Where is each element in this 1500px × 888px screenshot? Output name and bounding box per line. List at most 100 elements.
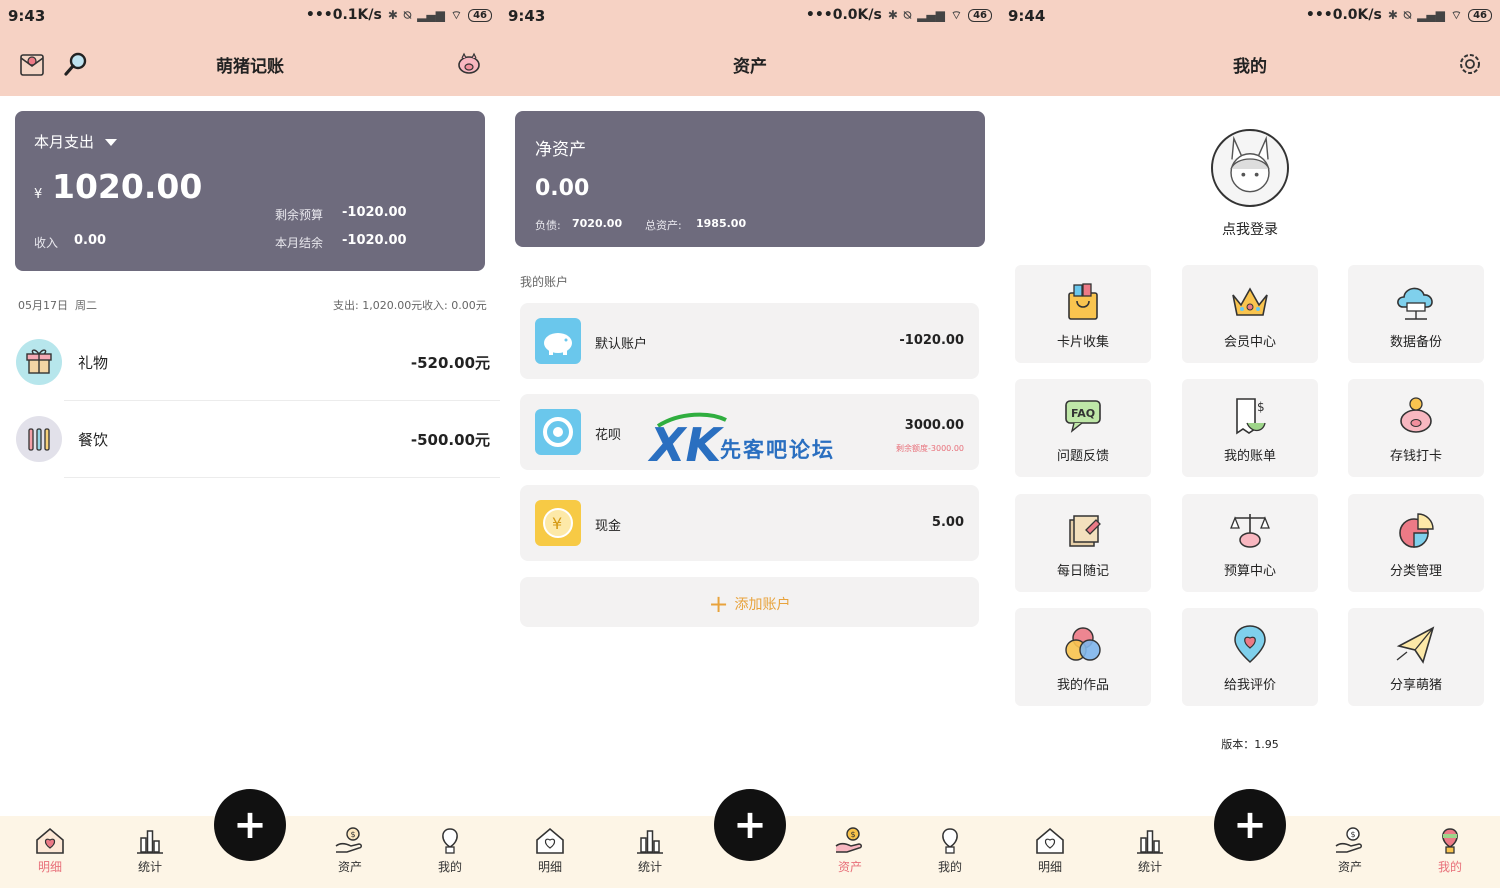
balloon-icon	[442, 828, 458, 854]
tile-member-center[interactable]: 会员中心	[1182, 265, 1318, 363]
accounts-header: 我的账户	[520, 275, 569, 289]
tile-rate-us[interactable]: 给我评价	[1182, 608, 1318, 706]
record-name: 餐饮	[78, 431, 109, 449]
tile-label: 分享萌猪	[1389, 678, 1442, 693]
tile-savings-checkin[interactable]: 存钱打卡	[1348, 379, 1484, 477]
tile-my-works[interactable]: 我的作品	[1015, 608, 1151, 706]
status-bar: 9:43 •••0.0K/s ✱ ⍉ ▂▄▆ ⌔ 46	[500, 0, 1000, 32]
nav-assets[interactable]: $ 资产	[815, 826, 885, 875]
tile-label: 每日随记	[1056, 564, 1109, 579]
account-amount: 3000.00	[904, 418, 964, 433]
avatar[interactable]	[1211, 129, 1289, 207]
account-row-default[interactable]: 默认账户 -1020.00	[520, 303, 979, 379]
nav-details[interactable]: 明细	[15, 826, 85, 875]
battery-icon: 46	[468, 8, 492, 22]
tile-data-backup[interactable]: 数据备份	[1348, 265, 1484, 363]
receipt-icon: $	[1236, 398, 1266, 435]
tile-label: 会员中心	[1223, 335, 1276, 350]
nav-label: 资产	[337, 860, 362, 874]
piggy-icon	[535, 318, 581, 364]
nav-label: 我的	[1437, 860, 1462, 874]
tile-label: 问题反馈	[1056, 449, 1109, 464]
tile-label: 给我评价	[1223, 678, 1276, 693]
nav-label: 明细	[1037, 860, 1062, 874]
scale-piggy-icon	[1230, 514, 1270, 548]
battery-icon: 46	[968, 8, 992, 22]
day-date: 05月17日	[18, 299, 68, 312]
status-bar: 9:43 •••0.1K/s ✱ ⍉ ▂▄▆ ⌔ 46	[0, 0, 500, 32]
notepad-icon	[1069, 515, 1101, 547]
tile-label: 我的账单	[1223, 449, 1276, 464]
tile-budget-center[interactable]: 预算中心	[1182, 494, 1318, 592]
record-row-gift[interactable]: 礼物 -520.00元	[0, 323, 500, 401]
account-name: 花呗	[595, 428, 622, 443]
house-heart-icon	[36, 827, 64, 854]
bar-chart-icon	[1137, 830, 1163, 854]
record-row-dining[interactable]: 餐饮 -500.00元	[0, 400, 500, 478]
account-row-cash[interactable]: ¥ 现金 5.00	[520, 485, 979, 561]
net-assets-label: 净资产	[535, 140, 586, 160]
nav-details[interactable]: 明细	[1015, 826, 1085, 875]
add-record-button[interactable]: +	[714, 789, 786, 861]
signal-icon: ▂▄▆	[417, 8, 445, 22]
nav-assets[interactable]: $ 资产	[315, 826, 385, 875]
nav-me[interactable]: 我的	[1415, 826, 1485, 875]
nav-assets[interactable]: $ 资产	[1315, 826, 1385, 875]
net-assets-value: 0.00	[535, 176, 590, 201]
page-title: 我的	[1233, 57, 1267, 77]
nav-me[interactable]: 我的	[915, 826, 985, 875]
income-label: 收入	[34, 236, 59, 250]
svg-text:$: $	[851, 830, 856, 839]
add-record-button[interactable]: +	[1214, 789, 1286, 861]
add-account-button[interactable]: + 添加账户	[520, 577, 979, 627]
account-name: 默认账户	[595, 337, 648, 352]
status-time: 9:43	[508, 7, 546, 25]
huabei-icon	[535, 409, 581, 455]
plus-icon: +	[733, 802, 767, 848]
login-link[interactable]: 点我登录	[1000, 219, 1500, 239]
hand-coin-icon: $	[1335, 827, 1362, 853]
svg-text:$: $	[1351, 830, 1356, 839]
piggy-bank-icon[interactable]	[455, 50, 483, 78]
record-amount: -500.00元	[410, 431, 490, 449]
tile-label: 卡片收集	[1056, 335, 1109, 350]
add-record-button[interactable]: +	[214, 789, 286, 861]
nav-label: 我的	[937, 860, 962, 874]
total-assets-label: 总资产:	[645, 219, 682, 232]
nav-label: 我的	[437, 860, 462, 874]
dropdown-arrow-icon	[104, 139, 117, 146]
tile-card-collection[interactable]: 卡片收集	[1015, 265, 1151, 363]
yuan-coin-icon: ¥	[535, 500, 581, 546]
hand-coin-icon: $	[335, 827, 362, 853]
status-time: 9:44	[1008, 7, 1046, 25]
nav-stats[interactable]: 统计	[1115, 826, 1185, 875]
day-expense: 支出: 1,020.00元	[333, 299, 423, 312]
tile-daily-notes[interactable]: 每日随记	[1015, 494, 1151, 592]
tile-share[interactable]: 分享萌猪	[1348, 608, 1484, 706]
tile-category-management[interactable]: 分类管理	[1348, 494, 1484, 592]
nav-stats[interactable]: 统计	[115, 826, 185, 875]
tile-my-bill[interactable]: $ 我的账单	[1182, 379, 1318, 477]
income-value: 0.00	[74, 233, 107, 248]
nav-label: 资产	[1337, 860, 1362, 874]
app-bar: 萌猪记账	[0, 32, 500, 96]
total-assets-value: 1985.00	[696, 217, 747, 230]
budget-value: -1020.00	[342, 205, 407, 220]
nav-details[interactable]: 明细	[515, 826, 585, 875]
tile-feedback[interactable]: FAQ 问题反馈	[1015, 379, 1151, 477]
debt-value: 7020.00	[572, 217, 623, 230]
watermark-text: 先客吧论坛	[720, 438, 835, 462]
bell-off-icon: ⍉	[403, 7, 412, 22]
currency-symbol: ¥	[34, 187, 43, 202]
tile-label: 分类管理	[1389, 564, 1442, 579]
account-credit-remaining: 剩余额度-3000.00	[896, 444, 964, 453]
svg-text:$: $	[351, 830, 356, 839]
nav-me[interactable]: 我的	[415, 826, 485, 875]
period-selector[interactable]: 本月支出	[34, 131, 117, 152]
nav-stats[interactable]: 统计	[615, 826, 685, 875]
status-time: 9:43	[8, 7, 46, 25]
account-amount: -1020.00	[899, 333, 964, 348]
shopping-bag-icon	[1068, 283, 1098, 320]
app-bar: 资产	[500, 32, 1000, 96]
gear-icon[interactable]	[1456, 50, 1484, 78]
